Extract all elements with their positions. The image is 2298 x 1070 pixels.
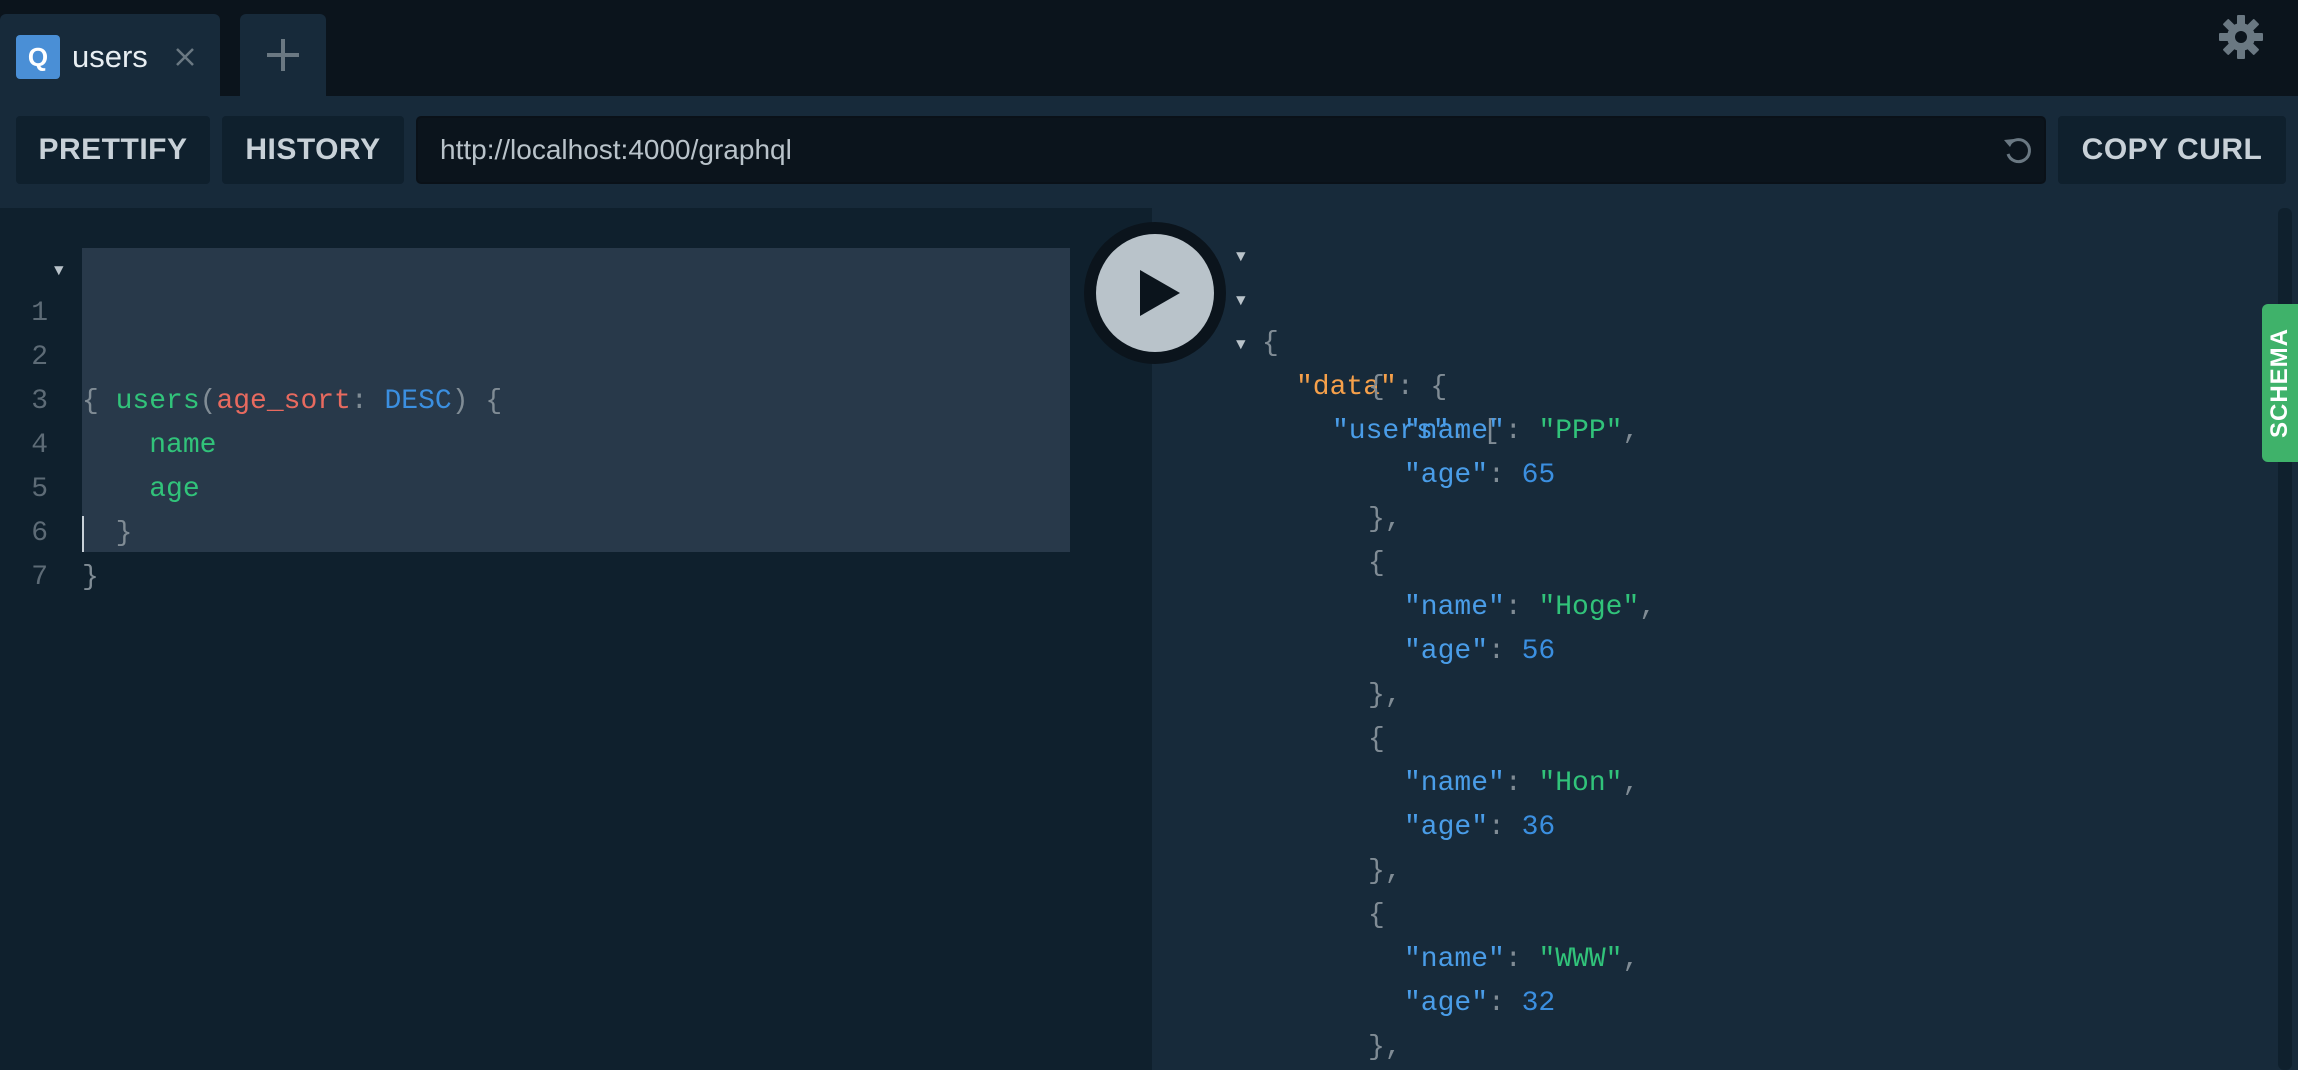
schema-tab[interactable]: SCHEMA	[2262, 304, 2298, 462]
json-key: "age"	[1404, 812, 1489, 843]
history-button[interactable]: HISTORY	[222, 116, 404, 184]
result-line: {	[1368, 900, 1385, 931]
json-number-value: 56	[1521, 636, 1556, 667]
code-line: 6 }	[0, 468, 1100, 593]
result-line: "age": 65	[1404, 460, 1556, 491]
result-line: "age": 36	[1404, 812, 1556, 843]
result-line: ▼ "data": {	[1152, 278, 2152, 403]
tab-title: users	[72, 39, 148, 74]
json-key: "name"	[1404, 416, 1505, 447]
json-key: "name"	[1404, 592, 1505, 623]
json-string-value: "WWW"	[1538, 944, 1623, 975]
json-number-value: 32	[1521, 988, 1556, 1019]
query-badge: Q	[16, 35, 60, 79]
fold-arrow-icon[interactable]: ▼	[1236, 323, 1246, 367]
result-line: },	[1368, 856, 1402, 887]
run-query-button[interactable]	[1096, 234, 1214, 352]
tab-bar: Q users	[0, 0, 2298, 96]
query-editor[interactable]: 1 ▼ { 2 users(age_sort: DESC) { 3 name 4…	[0, 208, 1152, 1070]
result-line: ▼ {	[1152, 234, 2152, 359]
endpoint-url-input[interactable]	[440, 118, 1970, 182]
copy-curl-button[interactable]: COPY CURL	[2058, 116, 2286, 184]
code-line: 1 ▼ {	[0, 248, 1100, 417]
result-line: "name": "WWW",	[1404, 944, 1640, 975]
result-line: },	[1368, 1032, 1402, 1063]
line-number: 7	[31, 562, 48, 593]
json-key: "age"	[1404, 460, 1489, 491]
result-line: {	[1368, 548, 1385, 579]
code-line: 3 name	[0, 336, 1100, 461]
result-line: ▼ "users": [	[1152, 322, 2152, 447]
result-line: },	[1368, 680, 1402, 711]
result-line: "age": 32	[1404, 988, 1556, 1019]
json-key: "name"	[1404, 944, 1505, 975]
toolbar: PRETTIFY HISTORY COPY CURL	[0, 96, 2298, 208]
json-string-value: "Hon"	[1538, 768, 1623, 799]
json-key: "age"	[1404, 988, 1489, 1019]
reload-icon[interactable]	[2000, 132, 2036, 168]
play-icon	[1140, 270, 1180, 316]
tab-users[interactable]: Q users	[0, 14, 220, 96]
json-key: "name"	[1404, 768, 1505, 799]
text-cursor	[82, 516, 84, 552]
result-line: },	[1368, 504, 1402, 535]
code-line: 4 age	[0, 380, 1100, 505]
json-string-value: "PPP"	[1538, 416, 1623, 447]
endpoint-url-field	[416, 116, 2046, 184]
json-string-value: "Hoge"	[1538, 592, 1640, 623]
result-line: {	[1368, 372, 1385, 403]
run-button-ring	[1084, 222, 1226, 364]
result-line: "name": "Hon",	[1404, 768, 1640, 799]
add-tab-button[interactable]	[240, 14, 326, 96]
close-icon[interactable]	[168, 40, 202, 74]
fold-arrow-icon[interactable]: ▼	[1236, 279, 1246, 323]
gear-icon[interactable]	[2218, 14, 2264, 60]
fold-arrow-icon[interactable]: ▼	[54, 249, 64, 293]
code-line: 2 users(age_sort: DESC) {	[0, 292, 1100, 417]
prettify-button[interactable]: PRETTIFY	[16, 116, 210, 184]
plus-icon	[267, 39, 299, 71]
code-line: 5 }	[0, 424, 1100, 549]
code-token: }	[82, 562, 99, 593]
json-key: "age"	[1404, 636, 1489, 667]
schema-tab-label: SCHEMA	[2266, 328, 2293, 439]
result-line: "age": 56	[1404, 636, 1556, 667]
result-viewer[interactable]: ▼ { ▼ "data": { ▼ "users": [ { "name": "…	[1152, 208, 2298, 1070]
code-line: 7	[0, 512, 1100, 593]
result-line: "name": "PPP",	[1404, 416, 1640, 447]
fold-arrow-icon[interactable]: ▼	[1236, 235, 1246, 279]
result-line: "name": "Hoge",	[1404, 592, 1657, 623]
json-number-value: 36	[1521, 812, 1556, 843]
json-number-value: 65	[1521, 460, 1556, 491]
result-line: {	[1368, 724, 1385, 755]
